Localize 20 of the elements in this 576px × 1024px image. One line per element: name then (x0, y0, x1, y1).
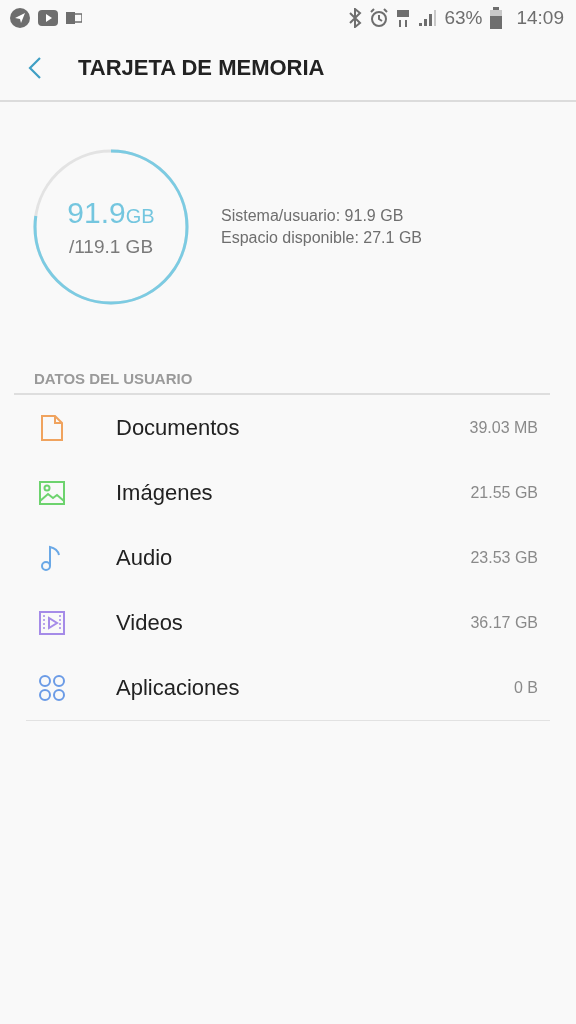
storage-detail: Sistema/usuario: 91.9 GB (221, 207, 405, 225)
category-row[interactable]: Documentos 39.03 MB (14, 395, 550, 460)
storage-detail: Espacio disponible: 27.1 GB (221, 229, 422, 247)
used-value: 91.9 (67, 196, 126, 230)
bluetooth-icon (348, 8, 363, 28)
used-unit: GB (125, 205, 155, 228)
navigation-icon (10, 8, 30, 28)
alarm-icon (370, 8, 389, 28)
page-title: TARJETA DE MEMORIA (78, 55, 325, 81)
category-row[interactable]: Videos 36.17 GB (14, 590, 550, 655)
clock: 14:09 (516, 7, 564, 29)
category-row[interactable]: Imágenes 21.55 GB (14, 460, 550, 525)
category-row[interactable]: Aplicaciones 0 B (14, 655, 550, 720)
section-title: DATOS DEL USUARIO (34, 370, 194, 387)
signal-icon (418, 9, 437, 27)
play-icon (38, 10, 58, 26)
total-capacity: /119.1 GB (68, 236, 154, 258)
battery-icon (490, 7, 503, 29)
category-row[interactable]: Audio 23.53 GB (14, 525, 550, 590)
battery-percent: 63% (444, 7, 483, 29)
